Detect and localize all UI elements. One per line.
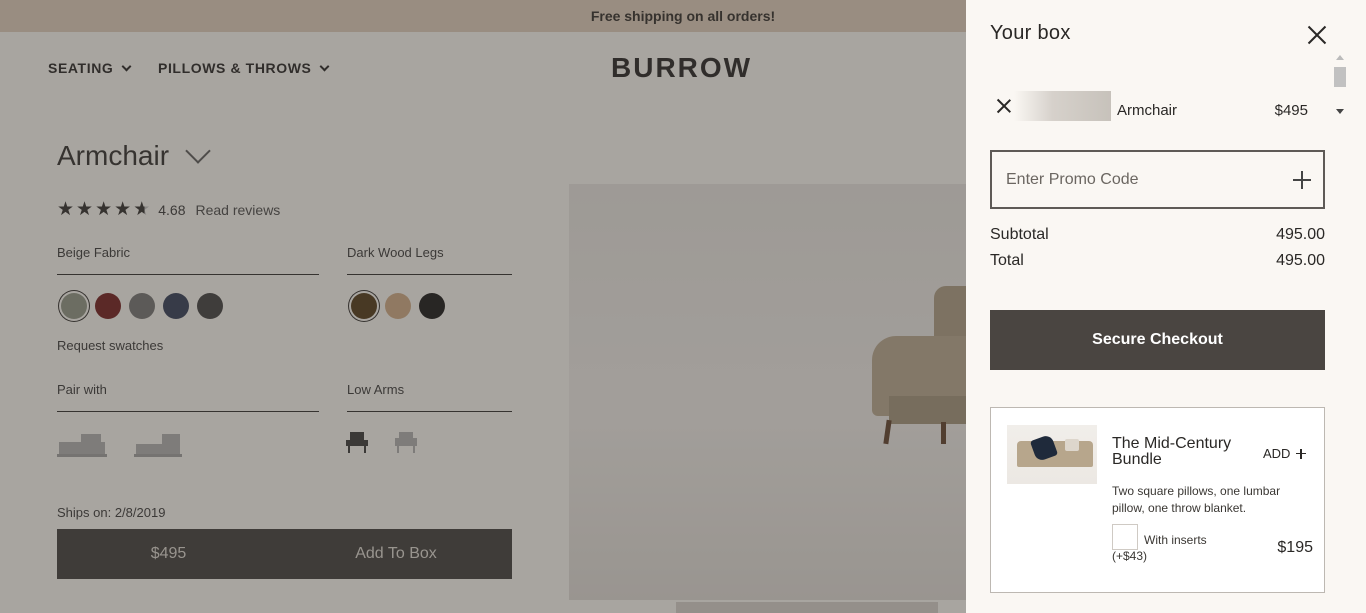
- subtotal-label: Subtotal: [990, 226, 1049, 243]
- with-inserts-label: With inserts: [1144, 533, 1207, 547]
- pillow: [1065, 439, 1079, 451]
- cart-drawer: Your box Armchair $495 Subtotal 495.00 T…: [966, 0, 1366, 613]
- scroll-down-arrow-icon[interactable]: [1336, 109, 1344, 114]
- promo-code-input[interactable]: [1006, 168, 1276, 192]
- line-item-price: $495: [1274, 102, 1308, 119]
- promo-code-field[interactable]: [990, 150, 1325, 209]
- with-inserts-price: (+$43): [1112, 549, 1148, 563]
- scrollbar[interactable]: [1334, 55, 1346, 123]
- plus-icon[interactable]: [1293, 171, 1311, 189]
- remove-item-icon[interactable]: [997, 99, 1011, 113]
- scrollbar-thumb[interactable]: [1334, 67, 1346, 87]
- total-label: Total: [990, 252, 1024, 269]
- upsell-price: $195: [1277, 539, 1313, 556]
- with-inserts-checkbox[interactable]: [1112, 524, 1138, 550]
- subtotal-row: Subtotal 495.00: [990, 226, 1325, 244]
- close-icon[interactable]: [1306, 24, 1328, 46]
- scroll-up-arrow-icon[interactable]: [1336, 55, 1344, 60]
- line-item-thumbnail: [1014, 91, 1111, 121]
- upsell-add-label: ADD: [1263, 446, 1291, 461]
- cart-title: Your box: [990, 22, 1071, 44]
- upsell-add-button[interactable]: ADD: [1263, 446, 1307, 461]
- subtotal-value: 495.00: [1276, 226, 1325, 243]
- upsell-product-image: [1007, 425, 1097, 484]
- total-value: 495.00: [1276, 252, 1325, 269]
- upsell-card: The Mid-Century Bundle ADD Two square pi…: [990, 407, 1325, 593]
- cart-line-item: Armchair $495: [990, 91, 1320, 123]
- upsell-title: The Mid-Century Bundle: [1112, 435, 1232, 468]
- line-item-name: Armchair: [1117, 102, 1178, 119]
- modal-backdrop[interactable]: [0, 0, 966, 613]
- upsell-description: Two square pillows, one lumbar pillow, o…: [1112, 484, 1281, 515]
- total-row: Total 495.00: [990, 252, 1325, 270]
- plus-icon: [1296, 448, 1307, 459]
- secure-checkout-button[interactable]: Secure Checkout: [990, 310, 1325, 370]
